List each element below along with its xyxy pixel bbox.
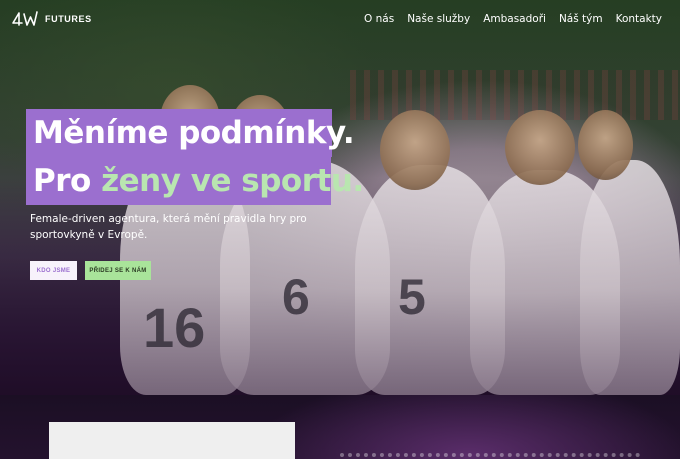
hero-headline: Měníme podmínky. Pro ženy ve sportu. (26, 109, 364, 205)
who-we-are-button[interactable]: KDO JSME (30, 261, 77, 280)
player-head (380, 110, 450, 190)
headline-line-2: Pro ženy ve sportu. (26, 157, 364, 205)
hero-subtitle: Female-driven agentura, která mění pravi… (30, 213, 307, 241)
section-heading-placeholder (340, 453, 640, 459)
headline-line-1: Měníme podmínky. (26, 109, 355, 157)
player-head (505, 110, 575, 185)
nav-link-nase-sluzby[interactable]: Naše služby (407, 13, 470, 25)
player-figure (580, 160, 680, 395)
stadium-fence (350, 70, 680, 120)
nav-link-kontakty[interactable]: Kontakty (616, 13, 662, 25)
image-card (49, 422, 295, 459)
headline-line-2-prefix: Pro (33, 163, 102, 199)
nav-link-nas-tym[interactable]: Náš tým (559, 13, 603, 25)
brand-name: FUTURES (45, 14, 92, 24)
join-us-button[interactable]: PŘIDEJ SE K NÁM (85, 261, 151, 280)
jersey-number: 6 (282, 269, 310, 325)
top-nav: FUTURES O nás Naše služby Ambasadoři Náš… (0, 0, 680, 40)
jersey-number: 5 (398, 269, 426, 325)
headline-accent: ženy ve sportu. (101, 163, 364, 199)
player-head (578, 110, 633, 180)
brand-logo[interactable]: FUTURES (11, 9, 92, 29)
jersey-number: 16 (143, 296, 206, 359)
next-section (0, 395, 680, 459)
main-menu: O nás Naše služby Ambasadoři Náš tým Kon… (364, 13, 662, 25)
4w-logo-icon (12, 11, 38, 26)
nav-link-ambasadori[interactable]: Ambasadoři (483, 13, 546, 25)
nav-link-o-nas[interactable]: O nás (364, 13, 394, 25)
